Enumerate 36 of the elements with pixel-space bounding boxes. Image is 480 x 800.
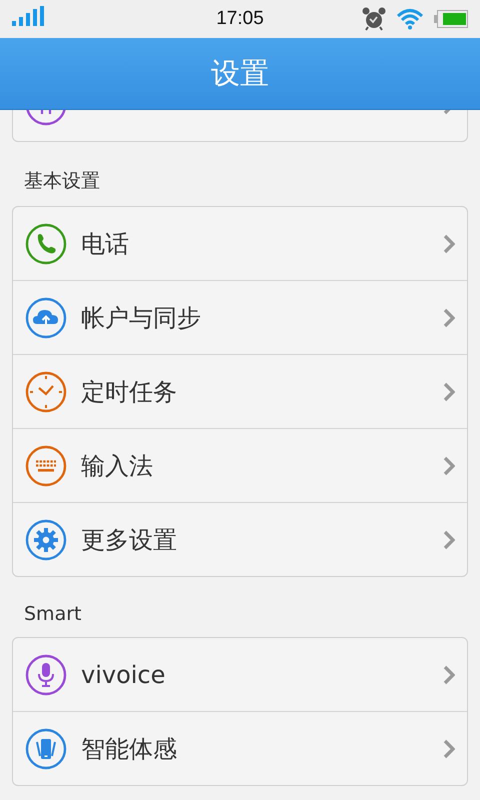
mic-icon — [25, 654, 67, 696]
status-time: 17:05 — [216, 8, 264, 30]
row-label: 输入法 — [81, 450, 154, 482]
clock-icon — [25, 370, 67, 412]
settings-row[interactable]: 智能体感 — [13, 711, 467, 785]
keyboard-icon — [25, 444, 67, 486]
chevron-icon — [443, 664, 455, 684]
settings-row[interactable]: 输入法 — [13, 428, 467, 502]
row-label: 智能体感 — [81, 734, 178, 764]
chevron-icon — [443, 234, 455, 254]
section-title: Smart — [23, 602, 82, 627]
phone-icon — [25, 222, 67, 264]
battery-icon — [434, 9, 468, 29]
settings-row[interactable]: 电话 — [13, 207, 467, 280]
row-label: 定时任务 — [81, 376, 178, 408]
settings-row[interactable]: 帐户与同步 — [13, 280, 467, 354]
row-label: 帐户与同步 — [81, 302, 202, 334]
page-title: 设置 — [211, 54, 269, 92]
chevron-icon — [443, 308, 455, 328]
section-title: 基本设置 — [23, 169, 101, 194]
chevron-icon — [443, 456, 455, 476]
chevron-icon — [443, 530, 455, 550]
motion-icon — [25, 728, 67, 770]
chevron-icon — [443, 382, 455, 402]
row-label: vivoice — [81, 660, 166, 688]
signal-icon — [12, 6, 46, 26]
alarm-clock-icon — [362, 7, 386, 31]
row-label: 更多设置 — [81, 524, 178, 556]
row-label: 电话 — [81, 228, 130, 260]
gear-icon — [25, 518, 67, 560]
settings-row[interactable]: 定时任务 — [13, 354, 467, 428]
settings-row[interactable]: 更多设置 — [13, 502, 467, 576]
settings-row[interactable]: vivoice — [13, 638, 467, 711]
chevron-icon — [443, 738, 455, 758]
cloud-icon — [25, 296, 67, 338]
wifi-icon — [396, 8, 424, 30]
